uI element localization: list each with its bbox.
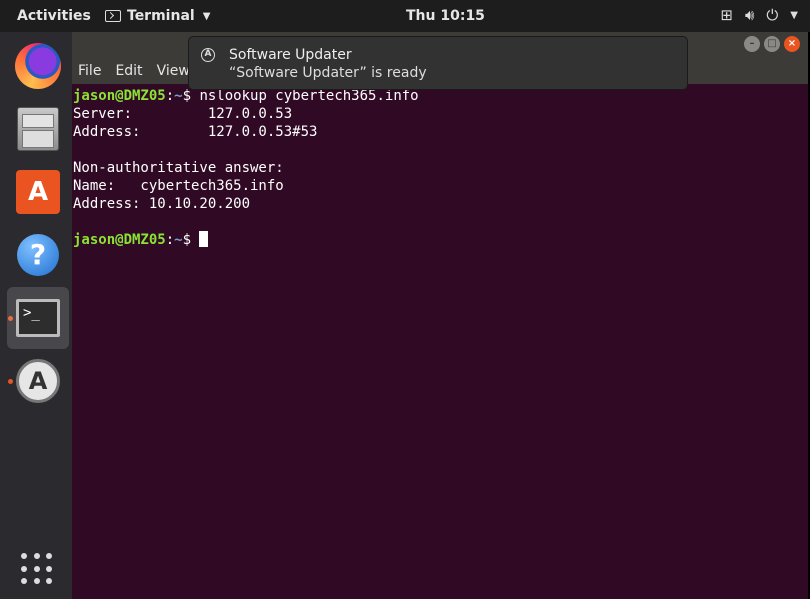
app-menu[interactable]: Terminal ▼ (105, 8, 210, 24)
window-controls: – □ × (744, 36, 800, 52)
terminal-output[interactable]: jason@DMZ05:~$ nslookup cybertech365.inf… (73, 87, 419, 249)
prompt-separator: : (165, 88, 175, 104)
dock-software-updater[interactable]: A (7, 350, 69, 412)
menu-file[interactable]: File (78, 63, 101, 79)
dock-terminal[interactable]: >_ (7, 287, 69, 349)
clock[interactable]: Thu 10:15 (406, 8, 485, 24)
prompt-line: jason@DMZ05:~$ (73, 231, 209, 248)
prompt-user-host: jason@DMZ05 (73, 232, 166, 248)
menu-view[interactable]: View (157, 63, 190, 79)
prompt-separator: : (165, 232, 175, 248)
app-menu-label: Terminal (127, 8, 195, 24)
prompt-char: $ (182, 232, 200, 248)
prompt-line: jason@DMZ05:~$ nslookup cybertech365.inf… (73, 88, 419, 104)
software-updater-icon: A (201, 48, 215, 62)
output-line: Name: cybertech365.info (73, 178, 284, 194)
dock-help[interactable]: ? (7, 224, 69, 286)
chevron-down-icon[interactable]: ▼ (790, 10, 798, 21)
minimize-icon[interactable]: – (744, 36, 760, 52)
output-line: Address: 10.10.20.200 (73, 196, 251, 212)
prompt-path: ~ (174, 232, 183, 248)
terminal-window: – □ × File Edit View jason@DMZ05:~$ nslo… (72, 32, 808, 599)
activities-button[interactable]: Activities (17, 8, 91, 24)
top-bar: Activities Terminal ▼ Thu 10:15 ⊞ 🔊︎ ⏻ ▼ (0, 0, 810, 32)
terminal-icon: >_ (16, 299, 60, 337)
software-updater-icon: A (16, 359, 60, 403)
close-icon[interactable]: × (784, 36, 800, 52)
notification-banner[interactable]: A Software Updater “Software Updater” is… (188, 36, 688, 90)
help-icon: ? (17, 234, 59, 276)
dock-files[interactable] (7, 98, 69, 160)
prompt-user-host: jason@DMZ05 (73, 88, 166, 104)
output-line: Server: 127.0.0.53 (73, 106, 293, 122)
software-store-icon: A (16, 170, 60, 214)
dock-firefox[interactable] (7, 35, 69, 97)
output-line: Non-authoritative answer: (73, 160, 284, 176)
menu-edit[interactable]: Edit (115, 63, 142, 79)
notification-body: “Software Updater” is ready (229, 65, 427, 81)
prompt-char: $ (182, 88, 200, 104)
text-cursor (199, 231, 209, 247)
dock-software-store[interactable]: A (7, 161, 69, 223)
output-line: Address: 127.0.0.53#53 (73, 124, 318, 140)
dock: A ? >_ A (0, 32, 72, 599)
system-tray[interactable]: ⊞ 🔊︎ ⏻ ▼ (720, 6, 798, 24)
volume-icon[interactable]: 🔊︎ (745, 6, 754, 24)
terminal-icon (105, 10, 121, 22)
prompt-path: ~ (174, 88, 183, 104)
files-icon (17, 107, 59, 151)
chevron-down-icon: ▼ (202, 10, 211, 22)
command-text: nslookup cybertech365.info (199, 88, 419, 104)
power-icon[interactable]: ⏻ (766, 6, 778, 24)
firefox-icon (15, 43, 61, 89)
maximize-icon[interactable]: □ (764, 36, 780, 52)
notification-title: Software Updater (229, 47, 352, 63)
show-applications-button[interactable] (21, 553, 53, 585)
network-icon[interactable]: ⊞ (720, 6, 733, 24)
